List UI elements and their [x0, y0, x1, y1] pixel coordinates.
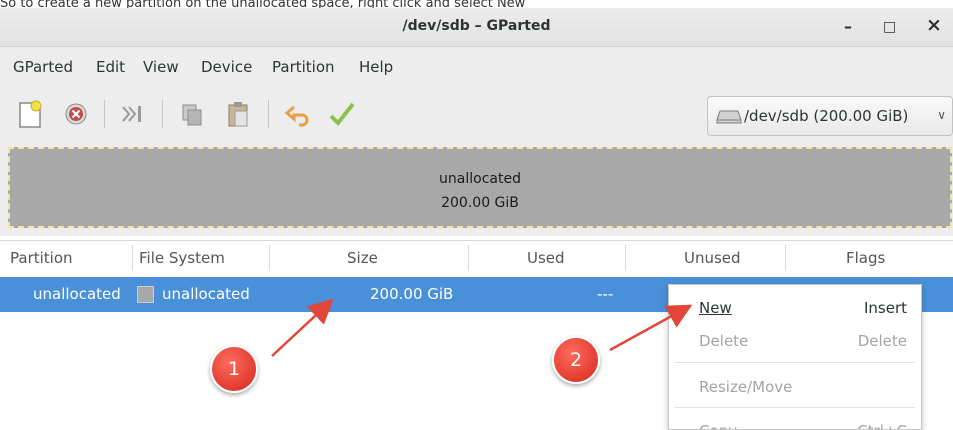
callout-badge-1: 1 [210, 345, 258, 393]
annotation-arrows [271, 298, 693, 357]
arrow-2 [609, 304, 693, 352]
arrow-1 [271, 298, 334, 357]
callout-badge-2: 2 [552, 336, 600, 384]
